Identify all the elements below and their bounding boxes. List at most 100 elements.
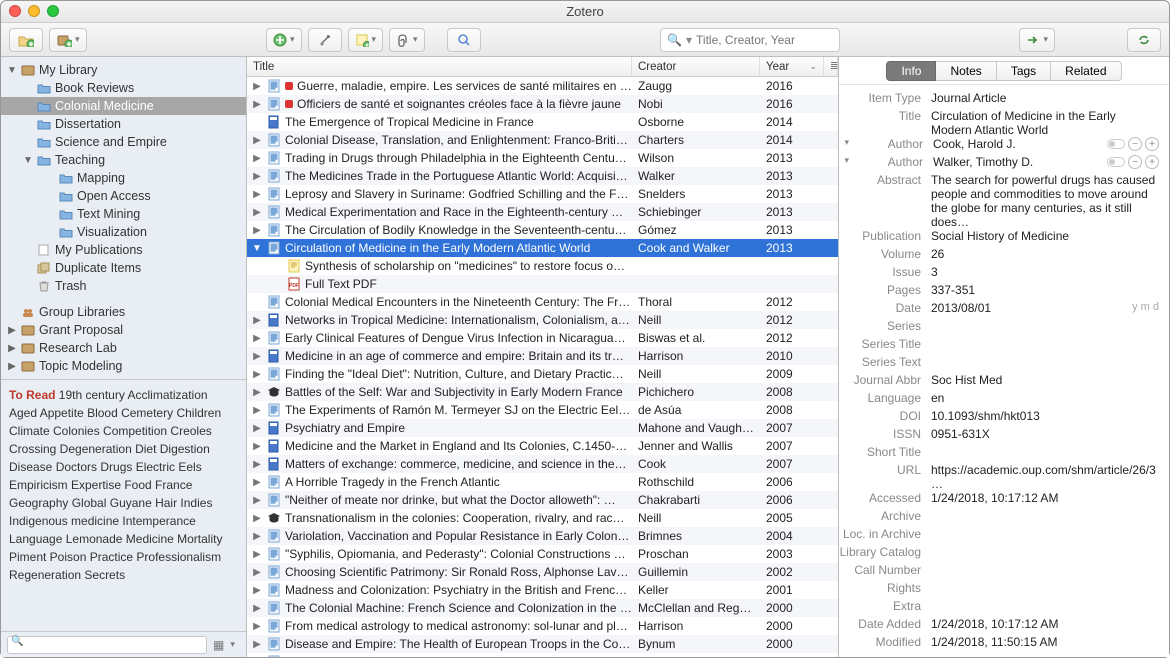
column-title[interactable]: Title [247,57,632,76]
collection-item[interactable]: Text Mining [1,205,246,223]
item-row[interactable]: ▶Choosing Scientific Patrimony: Sir Rona… [247,563,838,581]
item-row[interactable]: ▶The Medicines Trade in the Portuguese A… [247,167,838,185]
field-language[interactable]: Languageen [839,391,1159,409]
tag-selector[interactable]: To Read 19th century Acclimatization Age… [1,379,246,631]
field-short_title[interactable]: Short Title [839,445,1159,463]
add-attachment-button[interactable]: ▾ [389,28,425,52]
group-libraries[interactable]: Group Libraries [1,303,246,321]
field-extra[interactable]: Extra [839,599,1159,617]
field-volume[interactable]: Volume26 [839,247,1159,265]
group-library-item[interactable]: ▶Topic Modeling [1,357,246,375]
item-row[interactable]: ▶Madness and Colonization: Psychiatry in… [247,581,838,599]
item-row[interactable]: ▶Variolation, Vaccination and Popular Re… [247,527,838,545]
field-accessed[interactable]: Accessed1/24/2018, 10:17:12 AM [839,491,1159,509]
item-row[interactable]: ▶Climates & Constitutions: Health, Race,… [247,653,838,657]
field-series_title[interactable]: Series Title [839,337,1159,355]
group-library-item[interactable]: ▶Grant Proposal [1,321,246,339]
item-row[interactable]: ▶Officiers de santé et soignantes créole… [247,95,838,113]
item-row[interactable]: ▶Medical Experimentation and Race in the… [247,203,838,221]
field-series[interactable]: Series [839,319,1159,337]
field-call_number[interactable]: Call Number [839,563,1159,581]
item-row[interactable]: ▶The Experiments of Ramón M. Termeyer SJ… [247,401,838,419]
minimize-window-button[interactable] [28,5,40,17]
tag-menu-button[interactable]: ▾ [230,639,235,650]
locate-button[interactable]: ▾ [1019,28,1055,52]
item-row[interactable]: ▶A Horrible Tragedy in the French Atlant… [247,473,838,491]
new-item-button[interactable]: ▾ [266,28,302,52]
item-row[interactable]: ▶Disease and Empire: The Health of Europ… [247,635,838,653]
item-row[interactable]: Synthesis of scholarship on "medicines" … [247,257,838,275]
field-loc_archive[interactable]: Loc. in Archive [839,527,1159,545]
advanced-search-button[interactable] [447,28,481,52]
item-row[interactable]: The Emergence of Tropical Medicine in Fr… [247,113,838,131]
field-rights[interactable]: Rights [839,581,1159,599]
creator-type-toggle[interactable] [1107,139,1125,149]
item-row[interactable]: ▶Medicine in an age of commerce and empi… [247,347,838,365]
field-modified[interactable]: Modified1/24/2018, 11:50:15 AM [839,635,1159,653]
tag-filter-input[interactable] [7,636,207,654]
tab-info[interactable]: Info [886,61,936,81]
my-library[interactable]: ▼My Library [1,61,246,79]
collection-item[interactable]: Dissertation [1,115,246,133]
tab-tags[interactable]: Tags [997,61,1051,81]
zoom-window-button[interactable] [47,5,59,17]
field-item_type[interactable]: Item TypeJournal Article [839,91,1159,109]
item-row[interactable]: ▶Matters of exchange: commerce, medicine… [247,455,838,473]
item-row[interactable]: ▶The Colonial Machine: French Science an… [247,599,838,617]
item-row[interactable]: ▶Leprosy and Slavery in Suriname: Godfri… [247,185,838,203]
item-row[interactable]: ▶Early Clinical Features of Dengue Virus… [247,329,838,347]
field-date_added[interactable]: Date Added1/24/2018, 10:17:12 AM [839,617,1159,635]
add-by-identifier-button[interactable] [308,28,342,52]
tab-related[interactable]: Related [1051,61,1121,81]
remove-creator-button[interactable]: − [1128,137,1142,151]
item-row[interactable]: ▶Finding the "Ideal Diet": Nutrition, Cu… [247,365,838,383]
item-row[interactable]: Colonial Medical Encounters in the Ninet… [247,293,838,311]
field-doi[interactable]: DOI10.1093/shm/hkt013 [839,409,1159,427]
column-picker[interactable]: ≣ [824,57,838,76]
item-row[interactable]: ▶Networks in Tropical Medicine: Internat… [247,311,838,329]
field-publication[interactable]: PublicationSocial History of Medicine [839,229,1159,247]
item-row[interactable]: ▶From medical astrology to medical astro… [247,617,838,635]
field-library_catalog[interactable]: Library Catalog [839,545,1159,563]
collection-item[interactable]: Open Access [1,187,246,205]
field-archive[interactable]: Archive [839,509,1159,527]
column-year[interactable]: Year⌄ [760,57,824,76]
new-collection-button[interactable] [9,28,43,52]
collection-item[interactable]: Colonial Medicine [1,97,246,115]
item-row[interactable]: ▶The Circulation of Bodily Knowledge in … [247,221,838,239]
collection-item[interactable]: ▼Teaching [1,151,246,169]
field-issn[interactable]: ISSN0951-631X [839,427,1159,445]
item-row[interactable]: ▶Medicine and the Market in England and … [247,437,838,455]
field-abstract[interactable]: AbstractThe search for powerful drugs ha… [839,173,1159,229]
item-row[interactable]: ▶"Syphilis, Opiomania, and Pederasty": C… [247,545,838,563]
item-row[interactable]: PDFFull Text PDF [247,275,838,293]
field-issue[interactable]: Issue3 [839,265,1159,283]
collection-item[interactable]: Mapping [1,169,246,187]
field-series_text[interactable]: Series Text [839,355,1159,373]
quick-search[interactable]: 🔍▾ [660,28,840,52]
item-row[interactable]: ▶Transnationalism in the colonies: Coope… [247,509,838,527]
field-title[interactable]: TitleCirculation of Medicine in the Earl… [839,109,1159,137]
duplicate-items[interactable]: Duplicate Items [1,259,246,277]
item-row[interactable]: ▶Guerre, maladie, empire. Les services d… [247,77,838,95]
field-url[interactable]: URLhttps://academic.oup.com/shm/article/… [839,463,1159,491]
quick-search-input[interactable] [696,33,816,47]
tag-to-read[interactable]: To Read [9,388,55,402]
collection-item[interactable]: Book Reviews [1,79,246,97]
close-window-button[interactable] [9,5,21,17]
item-row[interactable]: ▶Battles of the Self: War and Subjectivi… [247,383,838,401]
field-author1[interactable]: ▾AuthorCook, Harold J.−+ [839,137,1159,155]
remove-creator-button[interactable]: − [1128,155,1142,169]
add-creator-button[interactable]: + [1145,155,1159,169]
collection-item[interactable]: Visualization [1,223,246,241]
add-creator-button[interactable]: + [1145,137,1159,151]
item-row[interactable]: ▶Trading in Drugs through Philadelphia i… [247,149,838,167]
creator-type-toggle[interactable] [1107,157,1125,167]
field-journal_abbr[interactable]: Journal AbbrSoc Hist Med [839,373,1159,391]
item-row[interactable]: ▶Psychiatry and EmpireMahone and Vaughan… [247,419,838,437]
field-date[interactable]: Date2013/08/01y m d [839,301,1159,319]
new-library-button[interactable]: ▾ [49,28,87,52]
group-library-item[interactable]: ▶Research Lab [1,339,246,357]
field-pages[interactable]: Pages337-351 [839,283,1159,301]
tag-view-toggle[interactable]: ▦ [213,638,224,652]
